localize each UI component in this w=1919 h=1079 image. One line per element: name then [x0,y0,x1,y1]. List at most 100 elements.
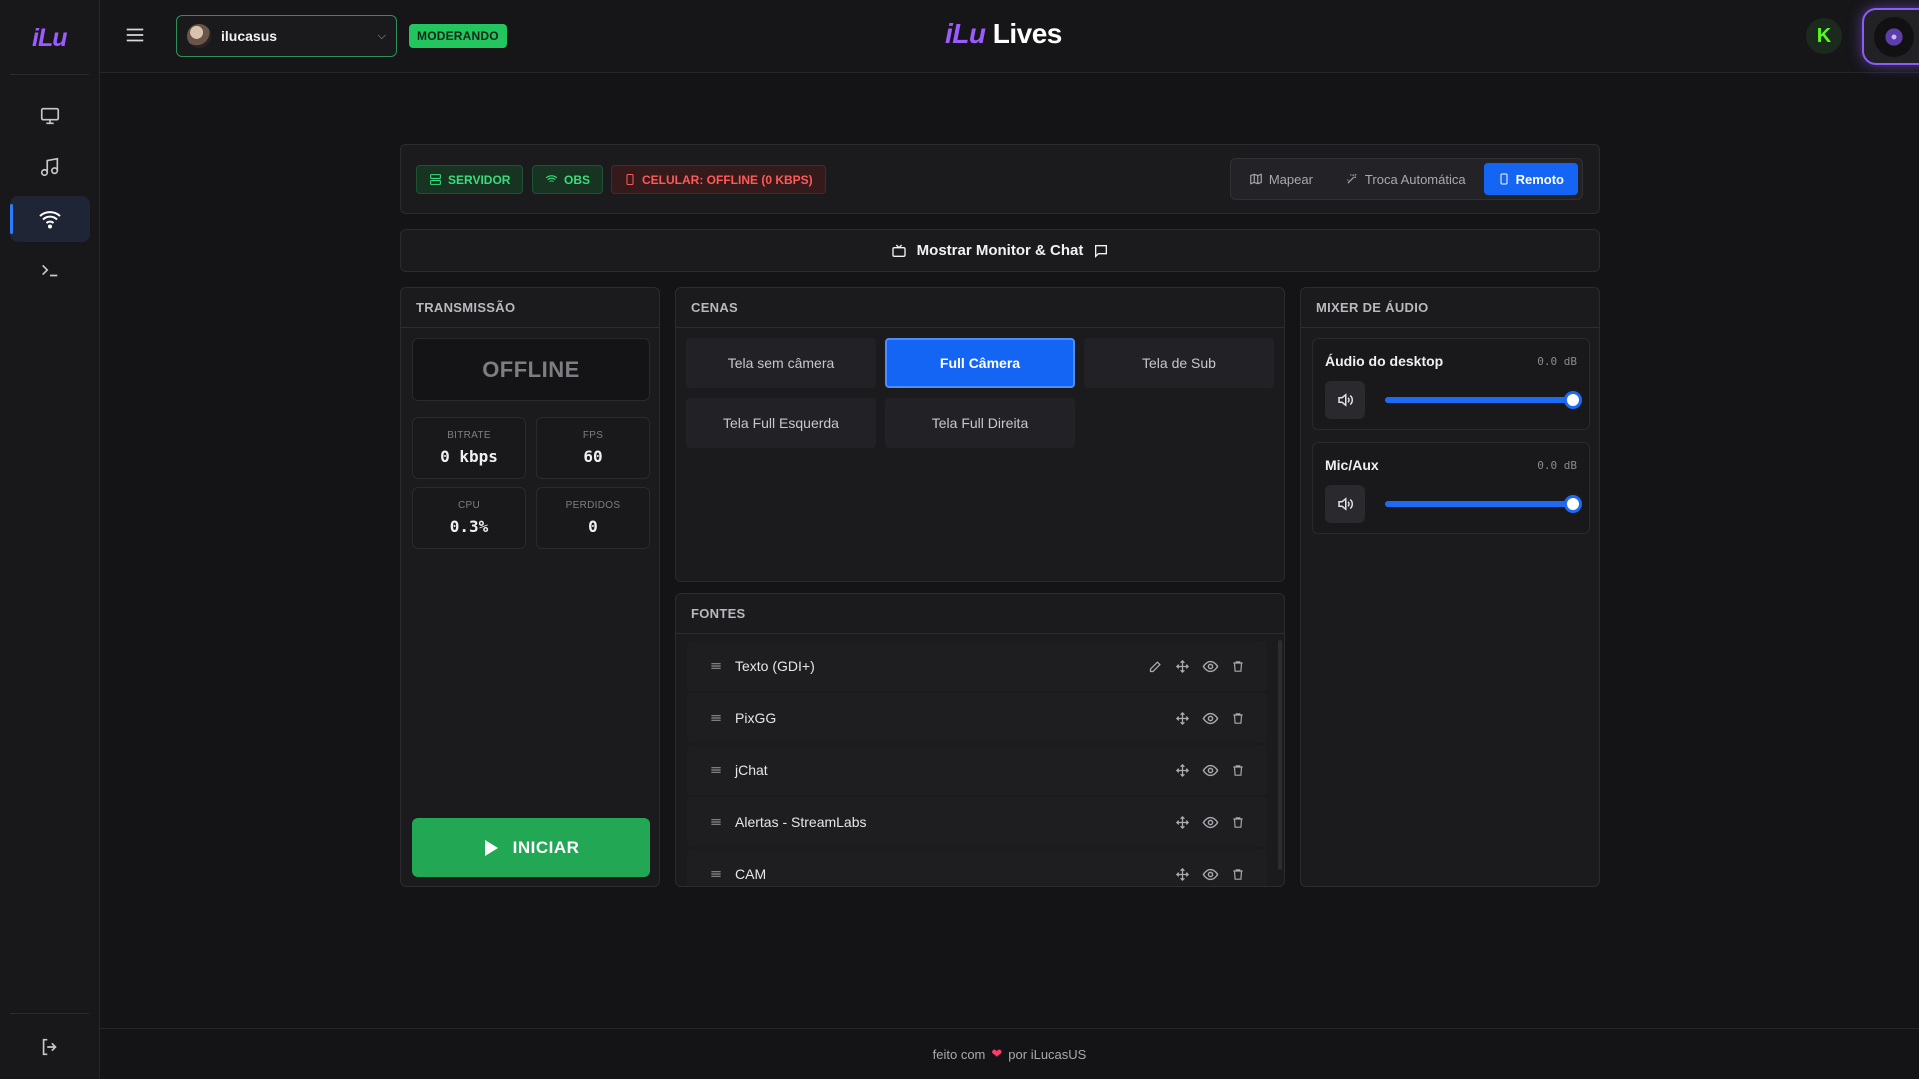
mixer-title: MIXER DE ÁUDIO [1301,288,1599,328]
trash-icon[interactable] [1231,659,1245,674]
source-actions [1175,745,1245,795]
channel-select[interactable]: ilucasus ⌵ [176,15,397,57]
map-mode-button[interactable]: Mapear [1235,163,1327,195]
source-row[interactable]: PixGG [687,693,1267,743]
channel-name: ilucasus [221,28,278,44]
scene-button-active[interactable]: Full Câmera [885,338,1075,388]
trash-icon[interactable] [1231,711,1245,726]
eye-icon[interactable] [1202,762,1219,779]
remote-mode-label: Remoto [1515,171,1564,187]
source-row[interactable]: Texto (GDI+) [687,641,1267,691]
phone-status-chip: CELULAR: OFFLINE (0 KBPS) [611,165,826,194]
stat-label: BITRATE [447,430,491,441]
kick-icon: K [1816,24,1832,47]
scene-button[interactable]: Tela de Sub [1084,338,1274,388]
user-menu[interactable]: ketzzo [1862,8,1919,65]
drag-handle-icon[interactable] [709,711,723,725]
move-icon[interactable] [1175,659,1190,674]
source-label: jChat [735,762,768,778]
remote-mode-button[interactable]: Remoto [1483,163,1578,195]
sources-scrollbar[interactable] [1278,640,1282,870]
auto-switch-button[interactable]: Troca Automática [1331,163,1480,195]
sidebar-item-monitor[interactable] [10,93,90,139]
server-status-label: SERVIDOR [448,172,511,187]
trash-icon[interactable] [1231,815,1245,830]
moderating-badge: MODERANDO [409,24,507,48]
mute-button[interactable] [1325,485,1365,523]
eye-icon[interactable] [1202,658,1219,675]
move-icon[interactable] [1175,763,1190,778]
move-icon[interactable] [1175,867,1190,882]
audio-channel: Áudio do desktop 0.0 dB [1312,338,1590,430]
move-icon[interactable] [1175,711,1190,726]
stat-label: CPU [457,500,480,511]
obs-status-label: OBS [564,172,591,187]
eye-icon[interactable] [1202,710,1219,727]
footer-suffix: por iLucasUS [1008,1046,1087,1062]
dropped-frames-stat: PERDIDOS 0 [536,487,650,549]
drag-handle-icon[interactable] [709,659,723,673]
map-mode-label: Mapear [1268,171,1313,187]
music-icon [40,157,59,177]
mute-button[interactable] [1325,381,1365,419]
sidebar-item-music[interactable] [10,144,90,190]
stat-value: 0 [588,517,598,536]
channel-db: 0.0 dB [1537,459,1577,472]
edit-icon[interactable] [1148,659,1163,674]
channel-label: Áudio do desktop [1325,353,1444,369]
scenes-title: CENAS [676,288,1284,328]
scene-button[interactable]: Tela sem câmera [686,338,876,388]
volume-slider[interactable] [1385,391,1582,409]
source-actions [1175,693,1245,743]
heart-icon: ❤ [991,1046,1003,1061]
channel-label: Mic/Aux [1325,457,1379,473]
trash-icon[interactable] [1231,763,1245,778]
volume-slider[interactable] [1385,495,1582,513]
drag-handle-icon[interactable] [709,867,723,881]
stream-status: OFFLINE [412,338,650,401]
mode-toggle-group: Mapear Troca Automática Remoto [1229,158,1583,200]
fps-stat: FPS 60 [536,417,650,479]
volume-icon [1338,393,1353,407]
sources-title: FONTES [676,594,1284,634]
volume-slider-knob[interactable] [1564,495,1582,513]
audio-mixer-panel: MIXER DE ÁUDIO Áudio do desktop 0.0 dB M… [1300,287,1600,887]
start-stream-button[interactable]: INICIAR [412,818,650,877]
move-icon[interactable] [1175,815,1190,830]
sidebar-item-terminal[interactable] [10,247,90,293]
chat-icon [1095,244,1108,258]
source-row[interactable]: CAM [687,849,1267,886]
brand-ilu: iLu [945,18,986,49]
sources-panel: FONTES Texto (GDI+) PixGG jChat Alertas [675,593,1285,887]
trash-icon[interactable] [1231,867,1245,882]
eye-icon[interactable] [1202,866,1219,883]
logout-button[interactable] [10,1024,90,1070]
show-monitor-chat-label: Mostrar Monitor & Chat [916,242,1084,259]
show-monitor-chat-button[interactable]: Mostrar Monitor & Chat [400,229,1600,272]
server-icon [430,174,441,185]
channel-avatar [187,24,211,48]
stat-value: 60 [583,447,603,466]
scene-button[interactable]: Tela Full Esquerda [686,398,876,448]
connection-status-bar: SERVIDOR OBS CELULAR: OFFLINE (0 KBPS) M… [400,144,1600,214]
volume-slider-knob[interactable] [1564,391,1582,409]
transmission-panel: TRANSMISSÃO OFFLINE BITRATE 0 kbps FPS 6… [400,287,660,887]
sidebar-item-remote[interactable] [10,196,90,242]
drag-handle-icon[interactable] [709,815,723,829]
stat-label: PERDIDOS [565,500,621,511]
footer: feito com ❤ por iLucasUS [100,1028,1919,1079]
source-row[interactable]: jChat [687,745,1267,795]
stat-value: 0.3% [449,517,489,536]
eye-icon[interactable] [1202,814,1219,831]
brand-logo: iLu Lives [945,18,1062,50]
volume-slider-fill [1385,397,1573,403]
drag-handle-icon[interactable] [709,763,723,777]
scenes-panel: CENAS Tela sem câmera Full Câmera Tela d… [675,287,1285,582]
wifi-icon [39,211,61,229]
scene-button[interactable]: Tela Full Direita [885,398,1075,448]
kick-button[interactable]: K [1806,18,1842,54]
sidebar-logo[interactable]: iLu [32,24,67,53]
source-row[interactable]: Alertas - StreamLabs [687,797,1267,847]
menu-toggle-button[interactable] [124,24,146,46]
cpu-stat: CPU 0.3% [412,487,526,549]
